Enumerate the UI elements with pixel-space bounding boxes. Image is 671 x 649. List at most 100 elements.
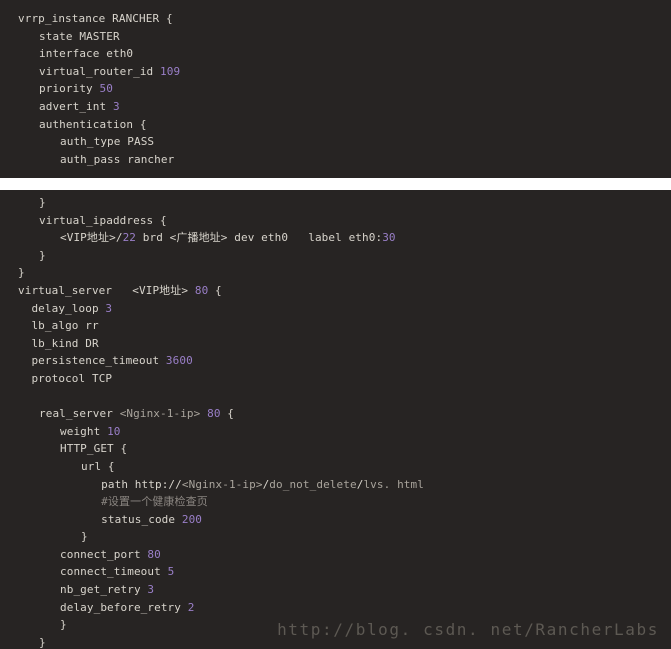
code-token: virtual_server bbox=[18, 283, 113, 297]
code-brace: { bbox=[165, 12, 173, 25]
code-number: 3 bbox=[147, 583, 155, 597]
code-number: 5 bbox=[167, 565, 175, 579]
code-number: 109 bbox=[160, 64, 181, 78]
code-number: 200 bbox=[181, 512, 203, 526]
code-token: <VIP地址> bbox=[60, 231, 116, 245]
code-line: lb_algo rr bbox=[0, 317, 671, 335]
code-token: eth0 bbox=[261, 231, 289, 245]
code-token: label bbox=[308, 231, 342, 245]
code-line: status_code 200 bbox=[0, 511, 671, 529]
code-token: MASTER bbox=[79, 29, 120, 43]
code-token: weight bbox=[60, 424, 101, 438]
code-token: RANCHER bbox=[112, 12, 160, 25]
code-token: persistence_timeout bbox=[31, 354, 160, 368]
code-token: / bbox=[115, 231, 123, 245]
code-line: delay_before_retry 2 bbox=[0, 599, 671, 617]
code-token: DR bbox=[85, 336, 99, 350]
code-token: delay_before_retry bbox=[60, 600, 182, 614]
code-token: <广播地址> bbox=[169, 231, 228, 245]
code-number: 3 bbox=[105, 301, 113, 315]
code-token: status_code bbox=[101, 512, 176, 526]
code-token: HTTP_GET bbox=[60, 442, 114, 456]
code-token: url bbox=[81, 459, 102, 473]
code-brace: } bbox=[39, 248, 46, 262]
code-number: 50 bbox=[99, 82, 113, 96]
code-number: 3600 bbox=[165, 354, 193, 368]
code-token: interface bbox=[39, 47, 100, 61]
code-line: } bbox=[0, 264, 671, 282]
code-line: connect_port 80 bbox=[0, 546, 671, 564]
code-token: nb_get_retry bbox=[60, 583, 141, 597]
watermark-url: http://blog. csdn. net/RancherLabs bbox=[277, 620, 659, 639]
code-token: <VIP地址> bbox=[132, 283, 189, 297]
code-snippet-image: vrrp_instance RANCHER {state MASTER inter… bbox=[0, 0, 671, 649]
code-token: eth0 bbox=[348, 231, 376, 245]
code-line: authentication { bbox=[0, 116, 671, 134]
code-path: html bbox=[397, 477, 424, 491]
code-token: / bbox=[175, 477, 182, 491]
code-brace: { bbox=[107, 459, 115, 473]
code-line: nb_get_retry 3 bbox=[0, 581, 671, 599]
code-token: lb_kind bbox=[31, 336, 79, 350]
code-token: real_server bbox=[39, 407, 113, 421]
code-line: protocol TCP bbox=[0, 370, 671, 388]
code-token: rancher bbox=[127, 152, 175, 166]
code-number: 22 bbox=[122, 231, 137, 245]
panel-divider bbox=[0, 178, 671, 190]
code-brace: { bbox=[227, 407, 235, 421]
code-path: <Nginx-1-ip> bbox=[181, 477, 263, 491]
code-line: HTTP_GET { bbox=[0, 440, 671, 458]
code-line: state MASTER bbox=[0, 28, 671, 46]
code-token: state bbox=[39, 29, 73, 43]
code-token: auth_pass bbox=[60, 152, 121, 166]
code-token: protocol bbox=[31, 371, 86, 385]
code-line: real_server <Nginx-1-ip> 80 { bbox=[0, 405, 671, 423]
code-token: auth_type bbox=[60, 135, 121, 149]
code-block-bottom: } virtual_ipaddress {<VIP地址>/22 brd <广播地址… bbox=[0, 190, 671, 649]
code-token: advert_int bbox=[39, 99, 107, 113]
code-number: 80 bbox=[147, 547, 161, 561]
code-token: brd bbox=[142, 231, 163, 245]
code-token: PASS bbox=[127, 135, 155, 149]
code-token: authentication bbox=[39, 117, 134, 131]
code-line: } bbox=[0, 528, 671, 546]
code-brace: { bbox=[215, 283, 222, 297]
code-line: weight 10 bbox=[0, 423, 671, 441]
code-token: TCP bbox=[91, 371, 113, 385]
code-line: connect_timeout 5 bbox=[0, 563, 671, 581]
code-brace: { bbox=[160, 213, 167, 227]
code-path: do_not_delete bbox=[269, 477, 357, 491]
code-panel-top: vrrp_instance RANCHER {state MASTER inter… bbox=[0, 0, 671, 178]
code-brace: } bbox=[60, 618, 67, 632]
code-line: path http://<Nginx-1-ip>/do_not_delete/l… bbox=[0, 476, 671, 494]
code-number: 3 bbox=[112, 99, 120, 113]
code-token: lb_algo bbox=[31, 319, 79, 333]
code-line: } bbox=[0, 247, 671, 265]
code-token: vrrp_instance bbox=[18, 12, 106, 25]
code-line: auth_pass rancher bbox=[0, 151, 671, 169]
code-path: lvs. bbox=[363, 477, 391, 491]
code-line: virtual_ipaddress { bbox=[0, 212, 671, 230]
code-brace: } bbox=[18, 266, 25, 280]
